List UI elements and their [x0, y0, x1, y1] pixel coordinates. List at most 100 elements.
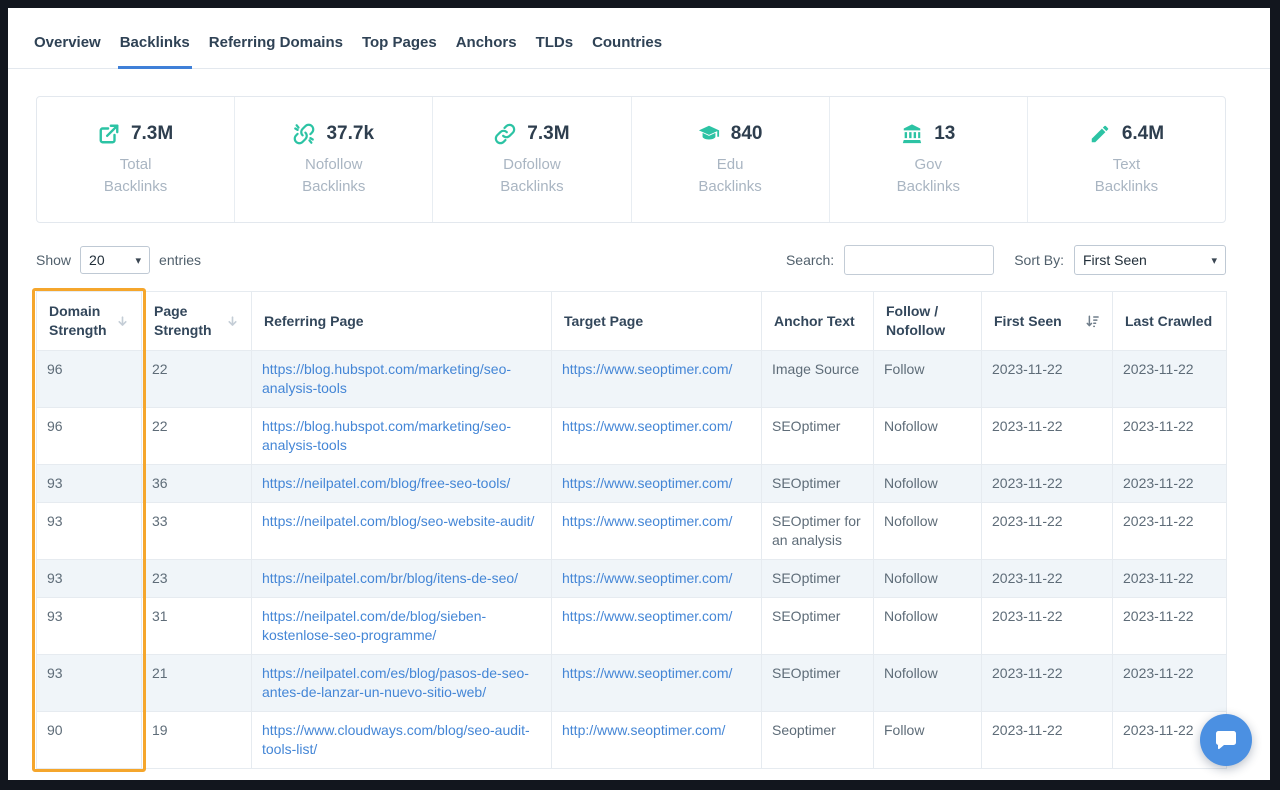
- stat-value: 37.7k: [326, 123, 374, 145]
- target-page-link[interactable]: https://www.seoptimer.com/: [562, 513, 732, 529]
- backlinks-table: Domain Strength Page Strength Referring Pa…: [36, 291, 1227, 769]
- stat-label: TotalBacklinks: [104, 154, 167, 199]
- cell-referring-page: https://neilpatel.com/blog/seo-website-a…: [252, 503, 552, 560]
- target-page-link[interactable]: https://www.seoptimer.com/: [562, 665, 732, 681]
- cell-target-page: https://www.seoptimer.com/: [552, 655, 762, 712]
- sort-by-select[interactable]: First Seen ▾: [1074, 245, 1226, 275]
- stat-label: DofollowBacklinks: [500, 154, 563, 199]
- backlinks-table-wrap: Domain Strength Page Strength Referring Pa…: [36, 291, 1226, 769]
- tab-tlds[interactable]: TLDs: [534, 16, 576, 68]
- tab-overview[interactable]: Overview: [32, 16, 103, 68]
- cell-anchor-text: Seoptimer: [762, 712, 874, 769]
- tab-referring-domains[interactable]: Referring Domains: [207, 16, 345, 68]
- cell-first-seen: 2023-11-22: [982, 465, 1113, 503]
- entries-select[interactable]: 20 ▾: [80, 246, 150, 274]
- cell-referring-page: https://blog.hubspot.com/marketing/seo-a…: [252, 408, 552, 465]
- tab-bar: Overview Backlinks Referring Domains Top Pa…: [8, 8, 1270, 69]
- column-header-referring-page[interactable]: Referring Page: [252, 292, 552, 351]
- cell-anchor-text: Image Source: [762, 351, 874, 408]
- cell-last-crawled: 2023-11-22: [1113, 560, 1227, 598]
- entries-select-value: 20: [89, 252, 105, 268]
- cell-follow: Follow: [874, 351, 982, 408]
- stat-gov-backlinks: 13GovBacklinks: [830, 97, 1028, 222]
- cell-referring-page: https://neilpatel.com/br/blog/itens-de-s…: [252, 560, 552, 598]
- column-header-first-seen[interactable]: First Seen: [982, 292, 1113, 351]
- stat-total-backlinks: 7.3M TotalBacklinks: [37, 97, 235, 222]
- chat-bubble-icon: [1214, 728, 1238, 752]
- stat-dofollow-backlinks: 7.3M DofollowBacklinks: [433, 97, 631, 222]
- cell-page-strength: 21: [142, 655, 252, 712]
- column-header-target-page[interactable]: Target Page: [552, 292, 762, 351]
- cell-follow: Nofollow: [874, 503, 982, 560]
- stat-value: 7.3M: [527, 123, 569, 145]
- tab-top-pages[interactable]: Top Pages: [360, 16, 439, 68]
- stat-text-backlinks: 6.4MTextBacklinks: [1028, 97, 1225, 222]
- target-page-link[interactable]: https://www.seoptimer.com/: [562, 608, 732, 624]
- cell-domain-strength: 96: [37, 408, 142, 465]
- referring-page-link[interactable]: https://neilpatel.com/de/blog/sieben-kos…: [262, 608, 486, 643]
- cell-page-strength: 19: [142, 712, 252, 769]
- cell-referring-page: https://neilpatel.com/es/blog/pasos-de-s…: [252, 655, 552, 712]
- column-label: Last Crawled: [1125, 312, 1212, 331]
- target-page-link[interactable]: https://www.seoptimer.com/: [562, 361, 732, 377]
- cell-follow: Nofollow: [874, 598, 982, 655]
- arrow-down-icon: [116, 315, 129, 328]
- target-page-link[interactable]: https://www.seoptimer.com/: [562, 475, 732, 491]
- column-header-domain-strength[interactable]: Domain Strength: [37, 292, 142, 351]
- column-header-follow-nofollow[interactable]: Follow / Nofollow: [874, 292, 982, 351]
- referring-page-link[interactable]: https://neilpatel.com/br/blog/itens-de-s…: [262, 570, 518, 586]
- referring-page-link[interactable]: https://neilpatel.com/blog/free-seo-tool…: [262, 475, 510, 491]
- table-row: 9019https://www.cloudways.com/blog/seo-a…: [37, 712, 1227, 769]
- cell-page-strength: 22: [142, 351, 252, 408]
- referring-page-link[interactable]: https://blog.hubspot.com/marketing/seo-a…: [262, 418, 511, 453]
- table-row: 9333https://neilpatel.com/blog/seo-websi…: [37, 503, 1227, 560]
- tab-countries[interactable]: Countries: [590, 16, 664, 68]
- table-row: 9323https://neilpatel.com/br/blog/itens-…: [37, 560, 1227, 598]
- cell-target-page: https://www.seoptimer.com/: [552, 560, 762, 598]
- cell-domain-strength: 93: [37, 465, 142, 503]
- stat-value: 840: [731, 123, 763, 145]
- sort-by-label: Sort By:: [1014, 252, 1064, 268]
- graduation-cap-icon: [698, 123, 720, 145]
- stats-card: 7.3MTotalBacklinks37.7kNofollowBacklinks…: [36, 96, 1226, 223]
- search-input[interactable]: [844, 245, 994, 275]
- table-row: 9336https://neilpatel.com/blog/free-seo-…: [37, 465, 1227, 503]
- cell-page-strength: 22: [142, 408, 252, 465]
- cell-last-crawled: 2023-11-22: [1113, 503, 1227, 560]
- cell-follow: Nofollow: [874, 560, 982, 598]
- cell-first-seen: 2023-11-22: [982, 408, 1113, 465]
- cell-page-strength: 23: [142, 560, 252, 598]
- column-header-anchor-text[interactable]: Anchor Text: [762, 292, 874, 351]
- referring-page-link[interactable]: https://www.cloudways.com/blog/seo-audit…: [262, 722, 530, 757]
- arrow-down-icon: [226, 315, 239, 328]
- cell-first-seen: 2023-11-22: [982, 712, 1113, 769]
- target-page-link[interactable]: https://www.seoptimer.com/: [562, 570, 732, 586]
- column-header-last-crawled[interactable]: Last Crawled: [1113, 292, 1227, 351]
- cell-referring-page: https://blog.hubspot.com/marketing/seo-a…: [252, 351, 552, 408]
- entries-control: Show 20 ▾ entries: [36, 246, 201, 274]
- target-page-link[interactable]: https://www.seoptimer.com/: [562, 418, 732, 434]
- tab-anchors[interactable]: Anchors: [454, 16, 519, 68]
- tab-backlinks[interactable]: Backlinks: [118, 16, 192, 68]
- stat-value: 7.3M: [131, 123, 173, 145]
- cell-first-seen: 2023-11-22: [982, 655, 1113, 712]
- cell-domain-strength: 93: [37, 503, 142, 560]
- table-controls: Show 20 ▾ entries Search: Sort By: First…: [36, 245, 1226, 275]
- column-label: Domain Strength: [49, 302, 110, 340]
- cell-target-page: https://www.seoptimer.com/: [552, 598, 762, 655]
- referring-page-link[interactable]: https://blog.hubspot.com/marketing/seo-a…: [262, 361, 511, 396]
- cell-anchor-text: SEOptimer: [762, 465, 874, 503]
- cell-follow: Follow: [874, 712, 982, 769]
- column-label: Anchor Text: [774, 312, 855, 331]
- referring-page-link[interactable]: https://neilpatel.com/blog/seo-website-a…: [262, 513, 534, 529]
- target-page-link[interactable]: http://www.seoptimer.com/: [562, 722, 725, 738]
- stat-value: 6.4M: [1122, 123, 1164, 145]
- cell-domain-strength: 93: [37, 655, 142, 712]
- column-label: Target Page: [564, 312, 643, 331]
- column-label: Referring Page: [264, 312, 364, 331]
- chat-launcher-button[interactable]: [1200, 714, 1252, 766]
- column-header-page-strength[interactable]: Page Strength: [142, 292, 252, 351]
- referring-page-link[interactable]: https://neilpatel.com/es/blog/pasos-de-s…: [262, 665, 529, 700]
- table-row: 9321 https://neilpatel.com/es/blog/pasos-…: [37, 655, 1227, 712]
- table-row: 9622 https://blog.hubspot.com/marketing/s…: [37, 408, 1227, 465]
